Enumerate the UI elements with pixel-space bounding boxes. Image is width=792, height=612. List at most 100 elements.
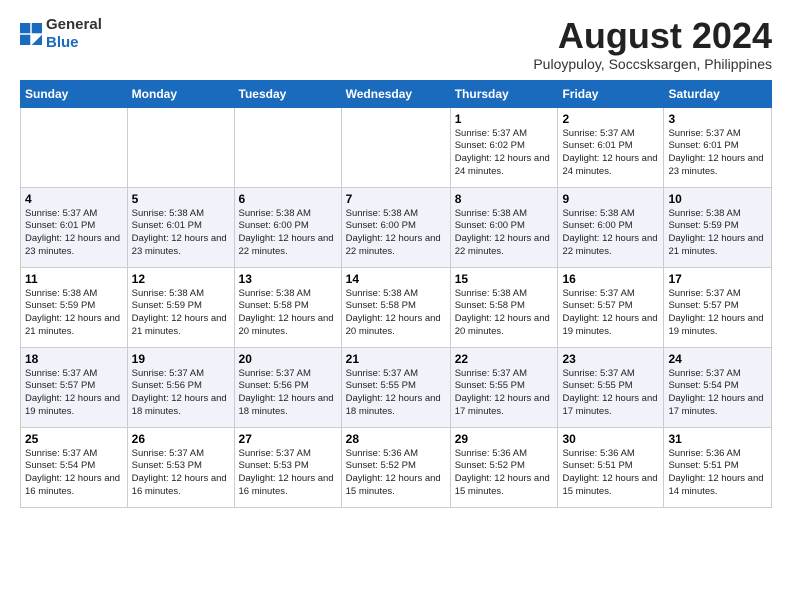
- day-info: Sunrise: 5:37 AM Sunset: 5:56 PM Dayligh…: [132, 368, 230, 419]
- day-number: 24: [668, 352, 767, 366]
- day-number: 9: [562, 192, 659, 206]
- day-info: Sunrise: 5:37 AM Sunset: 5:56 PM Dayligh…: [239, 368, 337, 419]
- day-number: 1: [455, 112, 554, 126]
- day-info: Sunrise: 5:38 AM Sunset: 5:59 PM Dayligh…: [132, 288, 230, 339]
- day-number: 2: [562, 112, 659, 126]
- day-info: Sunrise: 5:37 AM Sunset: 5:57 PM Dayligh…: [668, 288, 767, 339]
- day-info: Sunrise: 5:37 AM Sunset: 6:02 PM Dayligh…: [455, 128, 554, 179]
- day-number: 21: [346, 352, 446, 366]
- col-thursday: Thursday: [450, 80, 558, 107]
- day-cell: 5 Sunrise: 5:38 AM Sunset: 6:01 PM Daylig…: [127, 187, 234, 267]
- day-number: 4: [25, 192, 123, 206]
- day-cell: 30 Sunrise: 5:36 AM Sunset: 5:51 PM Dayli…: [558, 427, 664, 507]
- day-info: Sunrise: 5:37 AM Sunset: 5:53 PM Dayligh…: [239, 448, 337, 499]
- day-info: Sunrise: 5:37 AM Sunset: 5:54 PM Dayligh…: [668, 368, 767, 419]
- day-cell: 7Sunrise: 5:38 AM Sunset: 6:00 PM Daylig…: [341, 187, 450, 267]
- day-info: Sunrise: 5:38 AM Sunset: 5:59 PM Dayligh…: [25, 288, 123, 339]
- day-number: 17: [668, 272, 767, 286]
- logo-text: General Blue: [46, 16, 102, 52]
- day-number: 26: [132, 432, 230, 446]
- day-cell: 10Sunrise: 5:38 AM Sunset: 5:59 PM Dayli…: [664, 187, 772, 267]
- day-info: Sunrise: 5:36 AM Sunset: 5:52 PM Dayligh…: [455, 448, 554, 499]
- day-cell: 27 Sunrise: 5:37 AM Sunset: 5:53 PM Dayli…: [234, 427, 341, 507]
- day-cell: 20 Sunrise: 5:37 AM Sunset: 5:56 PM Dayli…: [234, 347, 341, 427]
- day-cell: 15 Sunrise: 5:38 AM Sunset: 5:58 PM Dayli…: [450, 267, 558, 347]
- day-cell: 28Sunrise: 5:36 AM Sunset: 5:52 PM Dayli…: [341, 427, 450, 507]
- week-row-4: 18 Sunrise: 5:37 AM Sunset: 5:57 PM Dayli…: [21, 347, 772, 427]
- week-row-3: 11Sunrise: 5:38 AM Sunset: 5:59 PM Dayli…: [21, 267, 772, 347]
- day-number: 12: [132, 272, 230, 286]
- day-number: 10: [668, 192, 767, 206]
- day-cell: 3 Sunrise: 5:37 AM Sunset: 6:01 PM Daylig…: [664, 107, 772, 187]
- day-cell: 6 Sunrise: 5:38 AM Sunset: 6:00 PM Daylig…: [234, 187, 341, 267]
- day-number: 19: [132, 352, 230, 366]
- day-info: Sunrise: 5:36 AM Sunset: 5:52 PM Dayligh…: [346, 448, 446, 499]
- day-info: Sunrise: 5:37 AM Sunset: 6:01 PM Dayligh…: [25, 208, 123, 259]
- day-cell: 11Sunrise: 5:38 AM Sunset: 5:59 PM Dayli…: [21, 267, 128, 347]
- week-row-1: 1 Sunrise: 5:37 AM Sunset: 6:02 PM Daylig…: [21, 107, 772, 187]
- calendar-subtitle: Puloypuloy, Soccsksargen, Philippines: [533, 56, 772, 72]
- day-number: 5: [132, 192, 230, 206]
- day-number: 30: [562, 432, 659, 446]
- day-number: 18: [25, 352, 123, 366]
- day-number: 31: [668, 432, 767, 446]
- day-cell: 9 Sunrise: 5:38 AM Sunset: 6:00 PM Daylig…: [558, 187, 664, 267]
- header: General Blue August 2024 Puloypuloy, Soc…: [20, 16, 772, 72]
- day-cell: 14 Sunrise: 5:38 AM Sunset: 5:58 PM Dayli…: [341, 267, 450, 347]
- col-sunday: Sunday: [21, 80, 128, 107]
- day-number: 15: [455, 272, 554, 286]
- day-number: 23: [562, 352, 659, 366]
- logo: General Blue: [20, 16, 102, 52]
- day-cell: 1 Sunrise: 5:37 AM Sunset: 6:02 PM Daylig…: [450, 107, 558, 187]
- week-row-5: 25 Sunrise: 5:37 AM Sunset: 5:54 PM Dayli…: [21, 427, 772, 507]
- day-cell: [234, 107, 341, 187]
- day-number: 6: [239, 192, 337, 206]
- day-info: Sunrise: 5:37 AM Sunset: 5:57 PM Dayligh…: [562, 288, 659, 339]
- day-number: 8: [455, 192, 554, 206]
- day-info: Sunrise: 5:38 AM Sunset: 5:58 PM Dayligh…: [346, 288, 446, 339]
- day-info: Sunrise: 5:38 AM Sunset: 6:00 PM Dayligh…: [455, 208, 554, 259]
- day-info: Sunrise: 5:36 AM Sunset: 5:51 PM Dayligh…: [668, 448, 767, 499]
- day-info: Sunrise: 5:37 AM Sunset: 5:57 PM Dayligh…: [25, 368, 123, 419]
- calendar-title: August 2024: [533, 16, 772, 56]
- calendar-body: 1 Sunrise: 5:37 AM Sunset: 6:02 PM Daylig…: [21, 107, 772, 507]
- day-number: 13: [239, 272, 337, 286]
- day-info: Sunrise: 5:38 AM Sunset: 5:58 PM Dayligh…: [455, 288, 554, 339]
- calendar-table: Sunday Monday Tuesday Wednesday Thursday…: [20, 80, 772, 508]
- day-info: Sunrise: 5:36 AM Sunset: 5:51 PM Dayligh…: [562, 448, 659, 499]
- day-info: Sunrise: 5:37 AM Sunset: 5:55 PM Dayligh…: [562, 368, 659, 419]
- day-cell: 26 Sunrise: 5:37 AM Sunset: 5:53 PM Dayli…: [127, 427, 234, 507]
- day-info: Sunrise: 5:37 AM Sunset: 5:53 PM Dayligh…: [132, 448, 230, 499]
- day-cell: 31 Sunrise: 5:36 AM Sunset: 5:51 PM Dayli…: [664, 427, 772, 507]
- day-info: Sunrise: 5:37 AM Sunset: 6:01 PM Dayligh…: [668, 128, 767, 179]
- day-number: 3: [668, 112, 767, 126]
- day-info: Sunrise: 5:38 AM Sunset: 6:00 PM Dayligh…: [239, 208, 337, 259]
- day-info: Sunrise: 5:38 AM Sunset: 6:00 PM Dayligh…: [562, 208, 659, 259]
- day-cell: [341, 107, 450, 187]
- day-cell: 22Sunrise: 5:37 AM Sunset: 5:55 PM Dayli…: [450, 347, 558, 427]
- day-number: 29: [455, 432, 554, 446]
- day-number: 7: [346, 192, 446, 206]
- calendar-header: Sunday Monday Tuesday Wednesday Thursday…: [21, 80, 772, 107]
- day-cell: 17 Sunrise: 5:37 AM Sunset: 5:57 PM Dayli…: [664, 267, 772, 347]
- day-info: Sunrise: 5:38 AM Sunset: 5:58 PM Dayligh…: [239, 288, 337, 339]
- day-cell: [21, 107, 128, 187]
- day-cell: 21Sunrise: 5:37 AM Sunset: 5:55 PM Dayli…: [341, 347, 450, 427]
- day-info: Sunrise: 5:37 AM Sunset: 5:55 PM Dayligh…: [455, 368, 554, 419]
- col-monday: Monday: [127, 80, 234, 107]
- day-cell: 19 Sunrise: 5:37 AM Sunset: 5:56 PM Dayli…: [127, 347, 234, 427]
- col-wednesday: Wednesday: [341, 80, 450, 107]
- col-friday: Friday: [558, 80, 664, 107]
- day-number: 27: [239, 432, 337, 446]
- day-number: 25: [25, 432, 123, 446]
- day-cell: 29 Sunrise: 5:36 AM Sunset: 5:52 PM Dayli…: [450, 427, 558, 507]
- day-number: 14: [346, 272, 446, 286]
- day-number: 16: [562, 272, 659, 286]
- day-cell: 8 Sunrise: 5:38 AM Sunset: 6:00 PM Daylig…: [450, 187, 558, 267]
- day-cell: [127, 107, 234, 187]
- day-info: Sunrise: 5:38 AM Sunset: 6:01 PM Dayligh…: [132, 208, 230, 259]
- day-number: 20: [239, 352, 337, 366]
- day-cell: 12 Sunrise: 5:38 AM Sunset: 5:59 PM Dayli…: [127, 267, 234, 347]
- week-row-2: 4 Sunrise: 5:37 AM Sunset: 6:01 PM Daylig…: [21, 187, 772, 267]
- day-info: Sunrise: 5:37 AM Sunset: 5:54 PM Dayligh…: [25, 448, 123, 499]
